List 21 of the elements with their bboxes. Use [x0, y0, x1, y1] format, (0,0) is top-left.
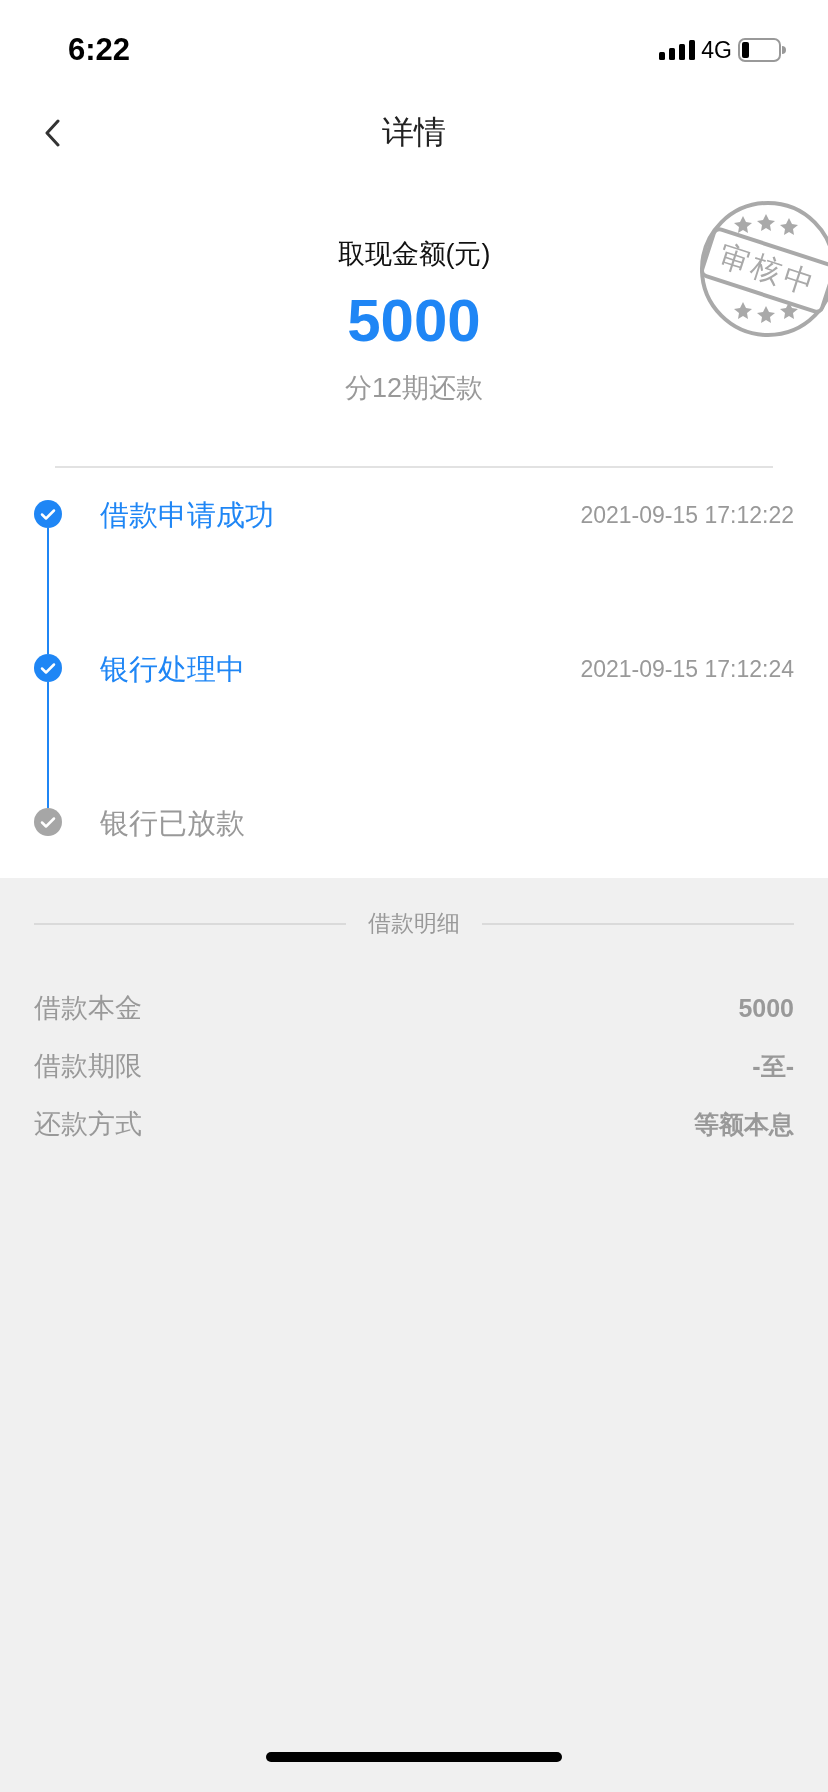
page-title: 详情: [381, 113, 447, 152]
section-heading: 借款明细: [368, 909, 460, 938]
amount-label: 取现金额(元): [337, 238, 491, 271]
step-title: 借款申请成功: [100, 500, 275, 530]
signal-icon: [659, 40, 696, 60]
network-type: 4G: [701, 36, 732, 64]
back-icon: [44, 119, 60, 147]
detail-label: 借款本金: [34, 992, 142, 1025]
amount-value: 5000: [347, 286, 481, 356]
battery-icon: [738, 38, 786, 62]
installment-text: 分12期还款: [344, 372, 483, 405]
step-title: 银行处理中: [100, 654, 246, 684]
step-title: 银行已放款: [100, 808, 246, 838]
detail-value: -至-: [752, 1050, 794, 1082]
detail-label: 借款期限: [34, 1050, 142, 1083]
detail-value: 等额本息: [694, 1108, 794, 1140]
detail-label: 还款方式: [34, 1108, 142, 1141]
detail-value: 5000: [738, 993, 794, 1023]
step-time: 2021-09-15 17:12:24: [580, 655, 794, 684]
step-time: 2021-09-15 17:12:22: [580, 501, 794, 530]
clock-time: 6:22: [68, 32, 131, 68]
